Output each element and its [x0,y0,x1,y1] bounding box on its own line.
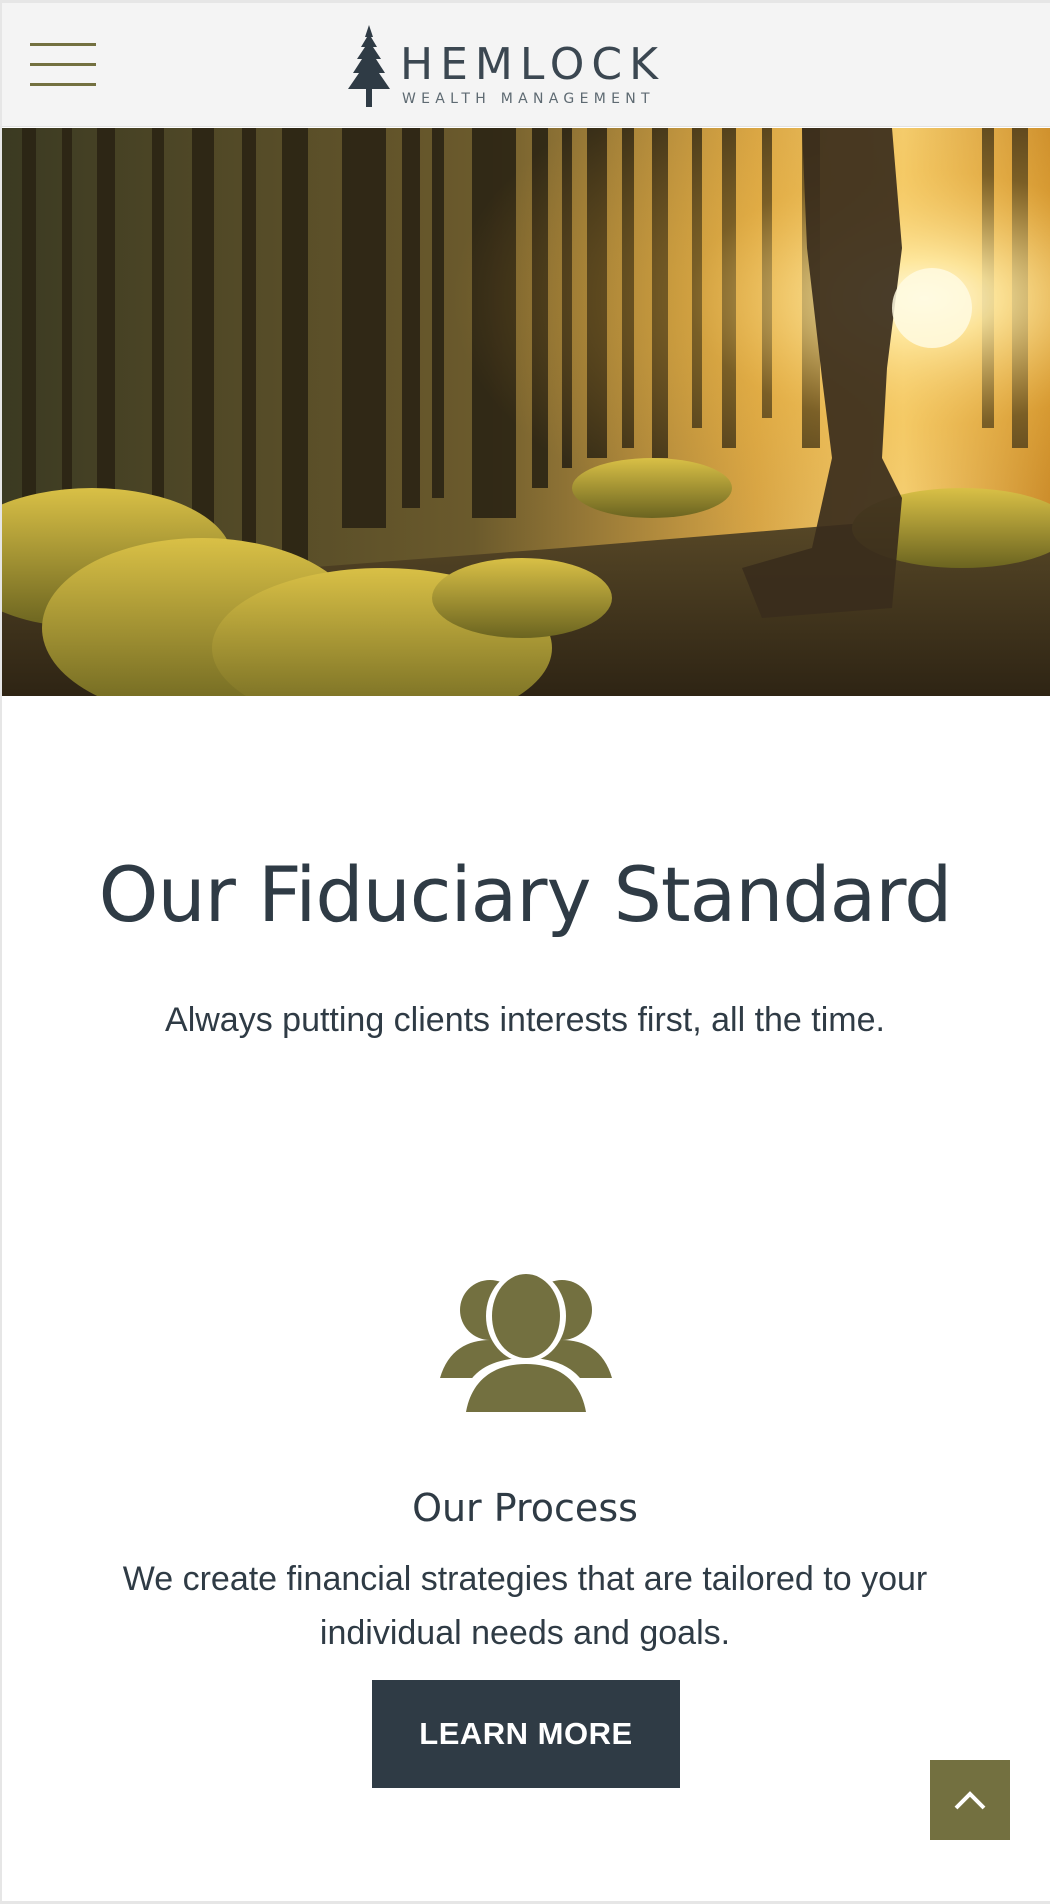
hamburger-menu-icon[interactable] [30,41,98,91]
hero-image [2,128,1050,696]
group-people-icon [440,1270,612,1412]
site-logo[interactable]: HEMLOCK WEALTH MANAGEMENT [340,23,720,113]
process-title: Our Process [412,1486,638,1530]
page-heading: Our Fiduciary Standard [98,850,953,939]
site-header: HEMLOCK WEALTH MANAGEMENT [2,3,1050,127]
logo-title: HEMLOCK [400,39,666,90]
tagline: Always putting clients interests first, … [165,1001,885,1039]
scroll-to-top-button[interactable] [930,1760,1010,1840]
logo-subtitle: WEALTH MANAGEMENT [402,91,655,107]
process-description: We create financial strategies that are … [122,1560,928,1652]
learn-more-button[interactable]: LEARN MORE [372,1680,680,1788]
pine-tree-icon [348,25,390,107]
chevron-up-icon [954,1791,986,1810]
